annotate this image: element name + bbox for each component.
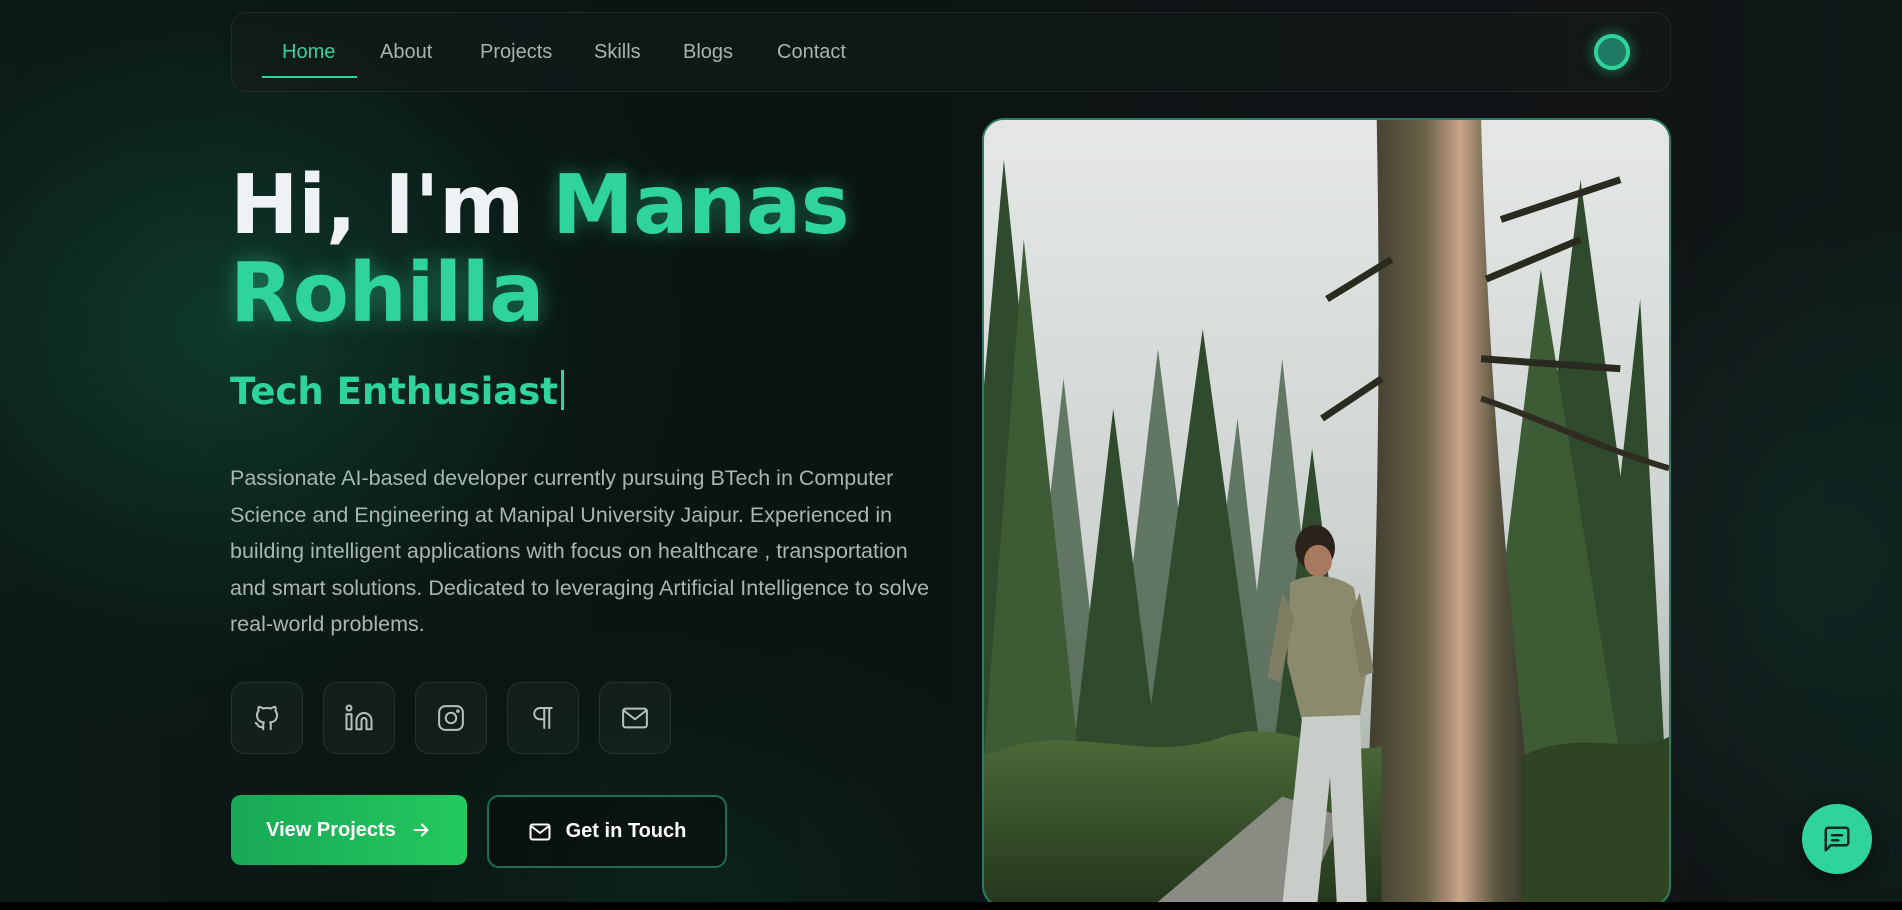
top-navbar: Home About Projects Skills Blogs Contact <box>231 12 1671 92</box>
blog-link[interactable] <box>507 682 579 754</box>
hero-title: Hi, I'm Manas Rohilla <box>230 162 850 341</box>
hero-bio: Passionate AI-based developer currently … <box>230 466 930 637</box>
typewriter-text: Tech Enthusiast <box>230 370 558 413</box>
github-icon <box>254 705 278 731</box>
email-link[interactable] <box>599 682 671 754</box>
pilcrow-icon <box>533 707 553 729</box>
arrow-right-icon <box>413 823 429 837</box>
nav-home[interactable]: Home <box>282 41 335 64</box>
chat-icon <box>1824 826 1850 852</box>
view-projects-label: View Projects <box>266 818 396 841</box>
profile-photo <box>982 118 1671 908</box>
instagram-link[interactable] <box>415 682 487 754</box>
nav-projects[interactable]: Projects <box>480 41 552 64</box>
mail-icon <box>622 707 648 729</box>
nav-about[interactable]: About <box>380 41 432 64</box>
linkedin-link[interactable] <box>323 682 395 754</box>
github-link[interactable] <box>231 682 303 754</box>
mail-icon <box>529 823 551 840</box>
get-in-touch-label: Get in Touch <box>565 820 687 842</box>
hero-subtitle: Tech Enthusiast <box>230 370 564 413</box>
bottom-edge <box>0 902 1902 910</box>
nav-blogs[interactable]: Blogs <box>683 41 733 64</box>
forest-portrait-image <box>984 120 1669 906</box>
nav-skills[interactable]: Skills <box>594 41 641 64</box>
typing-caret <box>560 370 564 410</box>
chat-button[interactable] <box>1802 804 1872 874</box>
hero-greeting: Hi, I'm <box>230 158 525 253</box>
nav-active-indicator <box>262 76 357 78</box>
linkedin-icon <box>345 704 373 731</box>
view-projects-button[interactable]: View Projects <box>231 795 467 865</box>
theme-toggle-button[interactable] <box>1594 34 1630 70</box>
get-in-touch-button[interactable]: Get in Touch <box>487 795 727 868</box>
hero-name-first: Manas <box>552 158 850 253</box>
hero-name-last: Rohilla <box>230 246 545 341</box>
instagram-icon <box>438 705 464 731</box>
nav-contact[interactable]: Contact <box>777 41 846 64</box>
